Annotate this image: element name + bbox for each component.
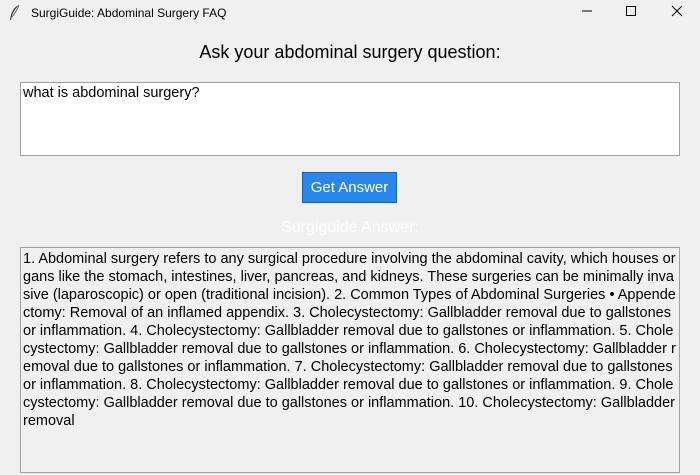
app-window: SurgiGuide: Abdominal Surgery FAQ Ask yo… bbox=[0, 0, 700, 475]
maximize-icon bbox=[625, 4, 637, 22]
window-title: SurgiGuide: Abdominal Surgery FAQ bbox=[31, 6, 227, 20]
minimize-icon bbox=[581, 4, 593, 22]
feather-icon bbox=[8, 4, 22, 22]
answer-text-area[interactable]: 1. Abdominal surgery refers to any surgi… bbox=[20, 247, 680, 473]
answer-label: Surgiguide Answer: bbox=[281, 219, 419, 236]
minimize-button[interactable] bbox=[564, 0, 610, 26]
answer-text: 1. Abdominal surgery refers to any surgi… bbox=[23, 251, 676, 429]
title-bar[interactable]: SurgiGuide: Abdominal Surgery FAQ bbox=[0, 0, 700, 26]
maximize-button[interactable] bbox=[608, 0, 654, 26]
close-button[interactable] bbox=[654, 0, 700, 26]
question-prompt-label: Ask your abdominal surgery question: bbox=[199, 42, 501, 62]
close-icon bbox=[671, 4, 683, 22]
question-input[interactable]: what is abdominal surgery? bbox=[20, 82, 680, 156]
get-answer-button[interactable]: Get Answer bbox=[302, 172, 397, 203]
